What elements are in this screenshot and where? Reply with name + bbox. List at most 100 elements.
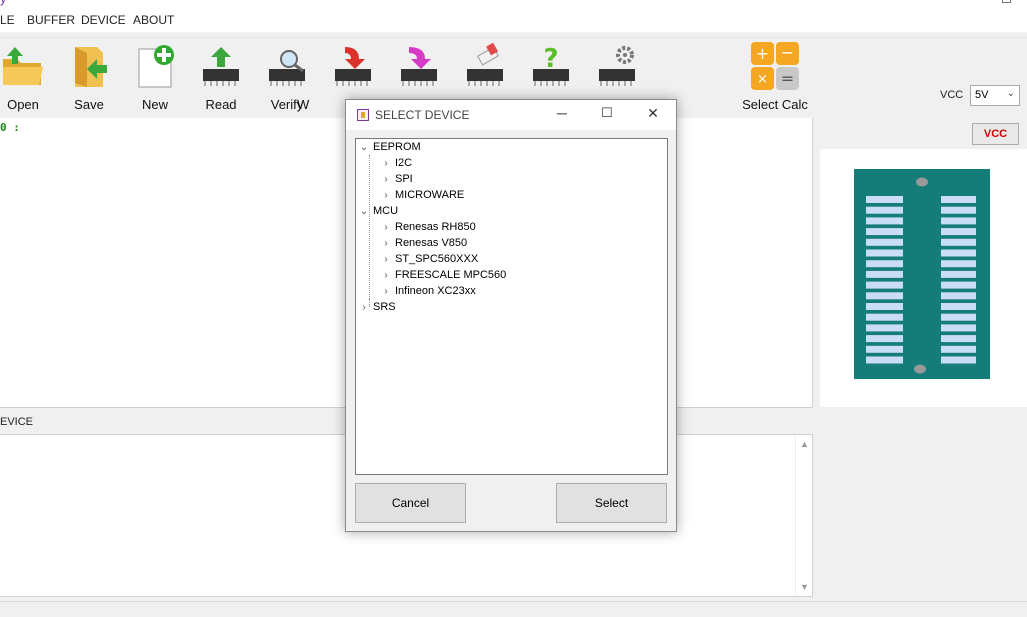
svg-text:?: ?	[543, 44, 558, 74]
socket-pin	[866, 335, 903, 343]
socket-pin	[941, 303, 976, 310]
verify-label: Verify	[270, 97, 304, 112]
save-button[interactable]: Save	[59, 38, 119, 116]
socket-pin	[866, 345, 903, 353]
blank-check-chip-icon	[467, 43, 503, 86]
chip-socket-view	[820, 149, 1027, 407]
open-folder-icon	[3, 47, 43, 85]
dialog-title-bar: SELECT DEVICE ─ ☐ ✕	[346, 100, 676, 130]
vcc-button[interactable]: VCC	[972, 123, 1019, 145]
tree-node-mcu[interactable]: ⌄ MCU	[358, 203, 398, 219]
svg-text:=: =	[781, 69, 794, 88]
socket-pin	[866, 238, 903, 246]
save-folder-icon	[75, 47, 107, 87]
scroll-down-icon[interactable]: ▼	[800, 582, 809, 592]
tree-node-renesas-rh850[interactable]: › Renesas RH850	[380, 219, 475, 236]
socket-pin	[941, 270, 976, 278]
vcc-select-value: 5V	[975, 89, 989, 101]
socket-pin	[866, 324, 903, 332]
socket-pin	[866, 206, 903, 214]
menu-about[interactable]: ABOUT	[133, 13, 174, 27]
socket-pin	[941, 196, 976, 203]
socket-pin	[866, 303, 903, 310]
vcc-select[interactable]: 5V ⌄	[970, 85, 1020, 106]
socket-pin	[866, 313, 903, 321]
chevron-right-icon[interactable]: ›	[358, 300, 370, 316]
svg-text:×: ×	[757, 72, 768, 87]
new-document-icon	[138, 45, 174, 88]
dialog-close-button[interactable]: ✕	[643, 105, 663, 122]
log-scrollbar[interactable]: ▲ ▼	[795, 435, 812, 596]
chevron-right-icon[interactable]: ›	[380, 220, 392, 236]
scroll-up-icon[interactable]: ▲	[800, 439, 809, 449]
read-chip-icon	[203, 47, 239, 86]
menu-buffer[interactable]: BUFFER	[27, 13, 75, 27]
socket-notch	[914, 364, 926, 374]
tree-node-freescale-mpc560[interactable]: › FREESCALE MPC560	[380, 267, 506, 283]
dialog-maximize-button[interactable]: ☐	[597, 105, 617, 121]
new-button[interactable]: New	[125, 38, 185, 116]
tree-node-infineon-xc23xx[interactable]: › Infineon XC23xx	[380, 283, 475, 300]
socket-pin	[941, 238, 976, 246]
chevron-right-icon[interactable]: ›	[380, 236, 392, 252]
socket-pin	[941, 345, 976, 353]
tree-node-spi[interactable]: › SPI	[380, 171, 412, 188]
select-calc-label: Select Calc	[742, 97, 808, 112]
maximize-button[interactable]: ☐	[1001, 0, 1012, 6]
tree-node-srs[interactable]: › SRS	[358, 299, 395, 316]
vcc-label: VCC	[940, 89, 964, 101]
app-icon	[357, 109, 369, 121]
socket-pin	[866, 292, 903, 300]
chevron-down-icon[interactable]: ⌄	[358, 204, 370, 220]
socket-pin	[941, 335, 976, 343]
socket-pin	[941, 356, 976, 364]
device-section-label: EVICE	[0, 416, 34, 428]
select-device-dialog: SELECT DEVICE ─ ☐ ✕ ⌄ EEPROM › I2C › SPI › M…	[345, 99, 677, 532]
chevron-down-icon: ⌄	[1006, 88, 1015, 99]
erase-chip-icon	[401, 47, 437, 86]
socket-pin	[866, 281, 903, 289]
menu-device[interactable]: DEVICE	[81, 13, 126, 27]
tree-node-st-spc560[interactable]: › ST_SPC560XXX	[380, 251, 478, 267]
socket-notch	[916, 177, 928, 187]
write-chip-icon	[335, 47, 371, 86]
hex-address: 0 :	[0, 121, 20, 134]
cancel-button[interactable]: Cancel	[355, 483, 466, 523]
write-label: W	[297, 97, 310, 112]
chevron-right-icon[interactable]: ›	[380, 172, 392, 188]
chevron-right-icon[interactable]: ›	[380, 268, 392, 284]
device-tree[interactable]: ⌄ EEPROM › I2C › SPI › MICROWARE ⌄ MCU › Renes…	[355, 138, 668, 475]
tree-node-renesas-v850[interactable]: › Renesas V850	[380, 235, 467, 251]
socket-pin	[941, 260, 976, 268]
socket-pin	[941, 217, 976, 225]
settings-chip-icon	[599, 46, 635, 86]
socket-pin	[866, 217, 903, 225]
socket-pin	[866, 356, 903, 364]
dialog-minimize-button[interactable]: ─	[552, 105, 572, 121]
socket-pin	[866, 196, 903, 203]
socket-pin	[866, 228, 903, 236]
open-button[interactable]: Open	[0, 38, 53, 116]
read-button[interactable]: Read	[191, 38, 251, 116]
chevron-right-icon[interactable]: ›	[380, 252, 392, 268]
title-bar: y ─ ☐	[0, 0, 1027, 8]
menu-bar: LE BUFFER DEVICE ABOUT	[0, 8, 1027, 32]
tree-node-eeprom[interactable]: ⌄ EEPROM	[358, 139, 421, 155]
chevron-right-icon[interactable]: ›	[380, 156, 392, 172]
chip-socket-icon	[854, 169, 990, 379]
socket-pin	[941, 281, 976, 289]
app-title: y	[0, 0, 7, 6]
socket-pin	[941, 324, 976, 332]
chevron-down-icon[interactable]: ⌄	[358, 140, 370, 156]
minimize-button[interactable]: ─	[963, 0, 972, 6]
tree-node-i2c[interactable]: › I2C	[380, 155, 412, 171]
select-button[interactable]: Select	[556, 483, 667, 523]
tree-node-microware[interactable]: › MICROWARE	[380, 187, 464, 203]
select-calc-button[interactable]: + − × = Select Calc	[742, 38, 808, 116]
chevron-right-icon[interactable]: ›	[380, 284, 392, 300]
socket-pin	[866, 249, 903, 257]
tree-connector	[369, 155, 370, 299]
chevron-right-icon[interactable]: ›	[380, 188, 392, 204]
svg-text:+: +	[756, 44, 769, 63]
menu-file[interactable]: LE	[0, 13, 15, 27]
